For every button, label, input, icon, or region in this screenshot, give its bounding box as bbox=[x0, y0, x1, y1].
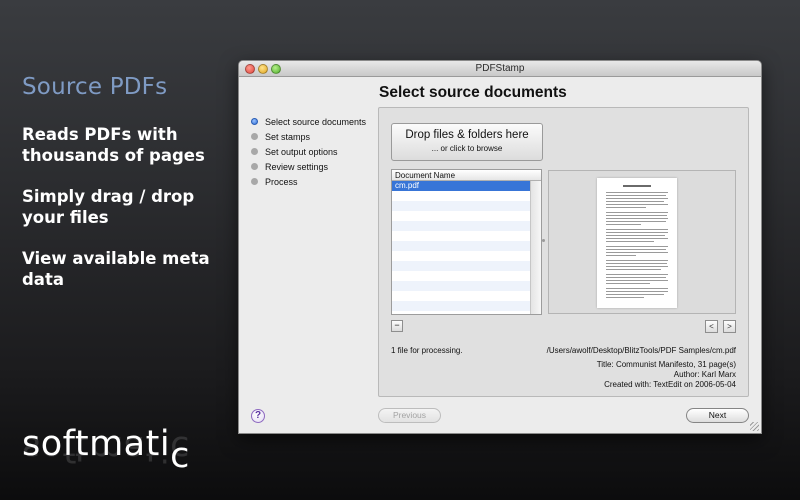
step-active-bullet-icon bbox=[251, 118, 258, 125]
feature-text: Reads PDFs with thousands of pages bbox=[22, 125, 205, 165]
empty-row bbox=[392, 191, 531, 201]
empty-row bbox=[392, 291, 531, 301]
remove-document-button[interactable]: − bbox=[391, 320, 403, 332]
step-label: Review settings bbox=[265, 161, 329, 172]
browse-hint: ... or click to browse bbox=[431, 144, 503, 153]
step-bullet-icon bbox=[251, 163, 258, 170]
help-button[interactable]: ? bbox=[251, 409, 265, 423]
previous-button[interactable]: Previous bbox=[378, 408, 441, 423]
step-bullet-icon bbox=[251, 133, 258, 140]
drop-files-button[interactable]: Drop files & folders here ... or click t… bbox=[391, 123, 543, 161]
step-output-options: Set output options bbox=[251, 144, 366, 159]
empty-row bbox=[392, 271, 531, 281]
pdf-preview bbox=[548, 170, 736, 314]
empty-row bbox=[392, 251, 531, 261]
table-row[interactable]: cm.pdf bbox=[392, 181, 531, 191]
empty-row bbox=[392, 281, 531, 291]
next-button[interactable]: Next bbox=[686, 408, 749, 423]
file-path: /Users/awolf/Desktop/BlitzTools/PDF Samp… bbox=[546, 346, 736, 355]
step-label: Select source documents bbox=[265, 116, 367, 127]
step-set-stamps: Set stamps bbox=[251, 129, 366, 144]
table-scrollbar[interactable] bbox=[530, 181, 541, 314]
step-label: Set output options bbox=[265, 146, 338, 157]
empty-row bbox=[392, 201, 531, 211]
splitter-handle[interactable] bbox=[542, 239, 545, 242]
resize-grip[interactable] bbox=[750, 422, 759, 431]
meta-author: Author: Karl Marx bbox=[673, 370, 736, 379]
promo-title: Source PDFs bbox=[22, 74, 168, 100]
title-bar[interactable]: PDFStamp bbox=[239, 61, 761, 77]
page-title: Select source documents bbox=[379, 84, 567, 101]
drop-files-label: Drop files & folders here bbox=[405, 129, 529, 141]
step-label: Process bbox=[265, 176, 298, 187]
pdf-metadata: Title: Communist Manifesto, 31 page(s) A… bbox=[597, 360, 736, 390]
page-thumbnail bbox=[597, 178, 677, 308]
empty-row bbox=[392, 241, 531, 251]
step-review-settings: Review settings bbox=[251, 159, 366, 174]
brand-logo-reflection: softmatic bbox=[22, 428, 190, 468]
next-page-button[interactable]: > bbox=[723, 320, 736, 333]
document-rows: cm.pdf bbox=[392, 181, 531, 311]
steps-list: Select source documents Set stamps Set o… bbox=[251, 114, 366, 189]
feature-text: Simply drag / drop your files bbox=[22, 187, 195, 227]
empty-row bbox=[392, 221, 531, 231]
empty-row bbox=[392, 231, 531, 241]
empty-row bbox=[392, 261, 531, 271]
document-table[interactable]: Document Name cm.pdf bbox=[391, 169, 542, 315]
app-window: PDFStamp Select source documents Set sta… bbox=[238, 60, 762, 434]
step-process: Process bbox=[251, 174, 366, 189]
window-title: PDFStamp bbox=[475, 63, 525, 74]
empty-row bbox=[392, 211, 531, 221]
step-bullet-icon bbox=[251, 148, 258, 155]
step-label: Set stamps bbox=[265, 131, 311, 142]
feature-text: View available meta data bbox=[22, 249, 210, 289]
meta-title: Title: Communist Manifesto, 31 page(s) bbox=[596, 360, 736, 369]
content-panel: Drop files & folders here ... or click t… bbox=[378, 107, 749, 397]
meta-created: Created with: TextEdit on 2006-05-04 bbox=[604, 380, 736, 389]
step-select-source: Select source documents bbox=[251, 114, 366, 129]
previous-page-button[interactable]: < bbox=[705, 320, 718, 333]
column-header-document-name[interactable]: Document Name bbox=[392, 170, 541, 181]
step-bullet-icon bbox=[251, 178, 258, 185]
file-count-status: 1 file for processing. bbox=[391, 346, 463, 355]
empty-row bbox=[392, 301, 531, 311]
